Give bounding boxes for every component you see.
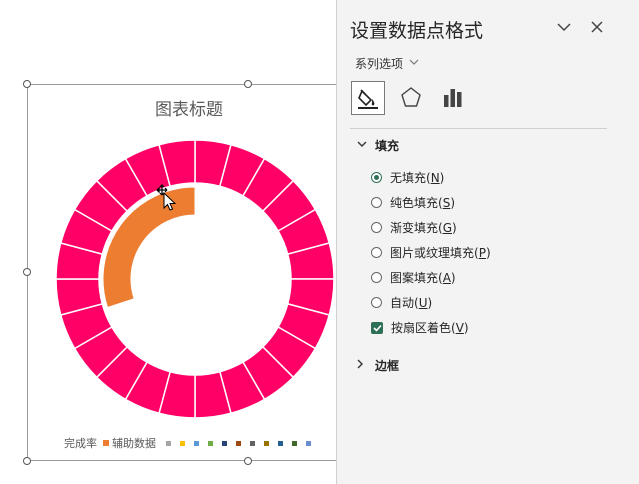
legend-label-aux: 辅助数据 bbox=[112, 437, 156, 450]
resize-handle-bottom-middle[interactable] bbox=[244, 457, 252, 465]
legend-swatch-5 bbox=[194, 440, 199, 446]
tab-effects[interactable] bbox=[395, 81, 427, 113]
option-gradient-fill[interactable]: 渐变填充(G) bbox=[371, 219, 457, 236]
checkbox-vary-colors[interactable] bbox=[371, 321, 383, 334]
radio-gradient-fill[interactable] bbox=[371, 222, 382, 233]
pane-close-button[interactable] bbox=[588, 18, 606, 36]
legend-swatch-10 bbox=[264, 440, 269, 446]
option-pattern-fill-key: A bbox=[442, 270, 451, 285]
legend-label-completion: 完成率 bbox=[64, 437, 97, 450]
chevron-right-icon bbox=[357, 359, 369, 372]
legend-item-aux: 辅助数据 bbox=[103, 435, 156, 451]
resize-handle-middle-left[interactable] bbox=[23, 268, 31, 276]
move-cursor-icon bbox=[156, 184, 177, 211]
tab-fill-line[interactable] bbox=[351, 81, 385, 115]
option-no-fill-tail: ) bbox=[439, 170, 445, 185]
pane-options-button[interactable] bbox=[555, 18, 573, 36]
legend-swatch-8 bbox=[236, 440, 241, 446]
option-gradient-fill-label: 渐变填充( bbox=[390, 221, 443, 235]
format-data-point-pane: 设置数据点格式 系列选项 填充 无填充(N) 纯色填充(S) 渐变填充(… bbox=[336, 0, 639, 484]
pentagon-icon bbox=[401, 87, 421, 107]
option-vary-colors-key: V bbox=[455, 320, 464, 335]
border-section-header[interactable]: 边框 bbox=[357, 357, 399, 374]
option-solid-fill-tail: ) bbox=[450, 195, 455, 210]
option-picture-fill-label: 图片或纹理填充( bbox=[390, 246, 479, 260]
radio-picture-fill[interactable] bbox=[371, 247, 382, 258]
option-picture-fill-key: P bbox=[478, 245, 486, 260]
close-icon bbox=[591, 21, 603, 33]
option-pattern-fill-tail: ) bbox=[450, 270, 456, 285]
legend-swatch-11 bbox=[278, 440, 283, 446]
radio-pattern-fill[interactable] bbox=[371, 272, 382, 283]
option-vary-colors-label: 按扇区着色( bbox=[391, 321, 456, 335]
chart-area[interactable]: 图表标题 完成率 辅助数据 bbox=[27, 84, 349, 461]
option-pattern-fill-label: 图案填充( bbox=[390, 271, 443, 285]
radio-solid-fill[interactable] bbox=[371, 197, 382, 208]
option-solid-fill-label: 纯色填充( bbox=[390, 196, 443, 210]
chevron-down-icon bbox=[357, 140, 369, 151]
resize-handle-top-middle[interactable] bbox=[244, 80, 252, 88]
option-automatic-label: 自动( bbox=[390, 296, 419, 310]
series-options-dropdown[interactable]: 系列选项 bbox=[355, 55, 419, 72]
option-automatic-key: U bbox=[418, 295, 428, 310]
option-no-fill-key: N bbox=[430, 170, 440, 185]
option-solid-fill[interactable]: 纯色填充(S) bbox=[371, 194, 455, 211]
option-gradient-fill-key: G bbox=[442, 220, 452, 235]
resize-handle-bottom-left[interactable] bbox=[23, 457, 31, 465]
legend-swatch-4 bbox=[180, 440, 185, 446]
option-automatic[interactable]: 自动(U) bbox=[371, 294, 432, 311]
checkmark-icon bbox=[372, 324, 382, 332]
legend-swatch-3 bbox=[166, 440, 171, 446]
legend-extra-swatches bbox=[166, 440, 320, 446]
legend-swatch-6 bbox=[208, 440, 213, 446]
option-automatic-tail: ) bbox=[427, 295, 433, 310]
pane-title: 设置数据点格式 bbox=[350, 20, 484, 42]
option-gradient-fill-tail: ) bbox=[452, 220, 457, 235]
tab-series-options[interactable] bbox=[437, 81, 469, 113]
fill-section-label: 填充 bbox=[375, 139, 400, 153]
legend-swatch-7 bbox=[222, 440, 227, 446]
legend-swatch-aux bbox=[103, 440, 109, 446]
option-no-fill-label: 无填充( bbox=[390, 171, 431, 185]
option-solid-fill-key: S bbox=[442, 195, 451, 210]
bar-chart-icon bbox=[444, 89, 462, 107]
option-vary-colors-tail: ) bbox=[463, 320, 469, 335]
resize-handle-top-left[interactable] bbox=[23, 80, 31, 88]
chevron-down-icon bbox=[409, 58, 419, 69]
legend-swatch-13 bbox=[306, 440, 311, 446]
paint-bucket-icon bbox=[358, 89, 378, 109]
series-options-label: 系列选项 bbox=[355, 57, 404, 71]
option-vary-colors[interactable]: 按扇区着色(V) bbox=[371, 319, 469, 336]
border-section-label: 边框 bbox=[375, 359, 400, 373]
donut-chart[interactable] bbox=[28, 85, 350, 462]
chevron-down-icon bbox=[557, 23, 571, 32]
option-picture-fill-tail: ) bbox=[485, 245, 491, 260]
radio-automatic[interactable] bbox=[371, 297, 382, 308]
option-picture-fill[interactable]: 图片或纹理填充(P) bbox=[371, 244, 491, 261]
radio-no-fill[interactable] bbox=[371, 172, 382, 183]
option-pattern-fill[interactable]: 图案填充(A) bbox=[371, 269, 456, 286]
legend-swatch-9 bbox=[250, 440, 255, 446]
pane-divider bbox=[350, 128, 607, 129]
fill-section-header[interactable]: 填充 bbox=[357, 137, 399, 154]
legend-item-completion: 完成率 bbox=[64, 435, 97, 451]
chart-legend[interactable]: 完成率 辅助数据 bbox=[64, 435, 320, 451]
option-no-fill[interactable]: 无填充(N) bbox=[371, 169, 444, 186]
legend-swatch-12 bbox=[292, 440, 297, 446]
